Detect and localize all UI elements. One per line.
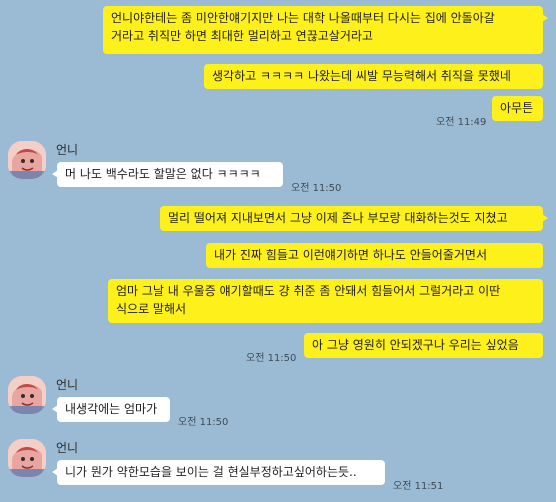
my-message: 엄마 그날 내 우울증 얘기할때도 걍 취준 좀 안돼서 힘들어서 그럴거라고 … (108, 279, 543, 323)
avatar[interactable] (8, 141, 46, 179)
message-time: 오전 11:51 (393, 481, 444, 492)
my-message: 아 그냥 영원히 안되겠구나 우리는 싶었음 (304, 333, 543, 358)
sender-name: 언니 (56, 143, 79, 157)
message-line: 내생각에는 엄마가 (65, 402, 158, 416)
chat-area[interactable]: 언니야한테는 좀 미안한얘기지만 나는 대학 나올때부터 다시는 집에 안돌아갈… (0, 0, 556, 502)
message-line: 아 그냥 영원히 안되겠구나 우리는 싶었음 (312, 338, 519, 352)
message-time: 오전 11:49 (436, 117, 487, 128)
message-line: 엄마 그날 내 우울증 얘기할때도 걍 취준 좀 안돼서 힘들어서 그럴거라고 … (116, 284, 501, 298)
other-message: 내생각에는 엄마가 (52, 397, 170, 422)
avatar[interactable] (8, 439, 46, 477)
my-message: 언니야한테는 좀 미안한얘기지만 나는 대학 나올때부터 다시는 집에 안돌아갈… (103, 6, 548, 54)
scrollbar[interactable] (552, 0, 556, 502)
my-message: 멀리 떨어져 지내보면서 그냥 이제 존나 부모랑 대화하는것도 지쳤고 (160, 206, 548, 231)
message-line: 생각하고 ㅋㅋㅋㅋ 나왔는데 씨발 무능력해서 취직을 못했네 (212, 69, 511, 83)
message-line: 니가 뭔가 약한모습을 보이는 걸 현실부정하고싶어하는듯.. (65, 465, 357, 479)
my-message: 아무튼 (492, 96, 543, 121)
message-line: 식으로 말해서 (116, 302, 187, 316)
message-time: 오전 11:50 (246, 353, 297, 364)
other-message: 니가 뭔가 약한모습을 보이는 걸 현실부정하고싶어하는듯.. (52, 460, 385, 485)
message-line: 머 나도 백수라도 할말은 없다 ㅋㅋㅋㅋ (65, 167, 261, 181)
message-line: 멀리 떨어져 지내보면서 그냥 이제 존나 부모랑 대화하는것도 지쳤고 (168, 211, 508, 225)
message-time: 오전 11:50 (178, 417, 229, 428)
message-line: 거라고 취직만 하면 최대한 멀리하고 연끊고살거라고 (111, 29, 373, 43)
message-line: 아무튼 (500, 101, 534, 115)
my-message: 생각하고 ㅋㅋㅋㅋ 나왔는데 씨발 무능력해서 취직을 못했네 (204, 64, 543, 89)
my-message: 내가 진짜 힘들고 이런얘기하면 하나도 안들어줄거면서 (206, 243, 543, 268)
sender-name: 언니 (56, 441, 79, 455)
message-line: 언니야한테는 좀 미안한얘기지만 나는 대학 나올때부터 다시는 집에 안돌아갈 (111, 11, 495, 25)
sender-name: 언니 (56, 378, 79, 392)
other-message: 머 나도 백수라도 할말은 없다 ㅋㅋㅋㅋ (52, 162, 283, 187)
avatar[interactable] (8, 376, 46, 414)
message-line: 내가 진짜 힘들고 이런얘기하면 하나도 안들어줄거면서 (214, 248, 487, 262)
message-time: 오전 11:50 (291, 183, 342, 194)
